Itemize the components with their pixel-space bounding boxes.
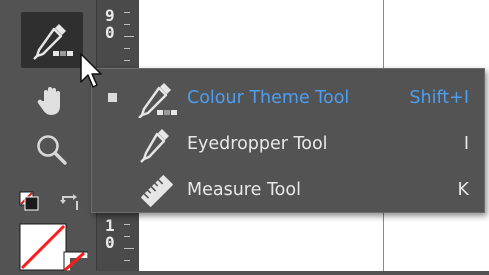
mouse-cursor-icon — [80, 53, 102, 88]
ruler-tick — [124, 248, 134, 249]
default-colors-button[interactable] — [18, 190, 40, 212]
ruler-label: 1 — [105, 216, 115, 235]
ruler-tick — [124, 260, 130, 261]
ruler-icon — [134, 171, 180, 211]
default-colors-icon — [19, 191, 39, 211]
ruler-tick — [124, 36, 134, 37]
zoom-tool-button[interactable] — [30, 127, 74, 173]
menu-item-label: Eyedropper Tool — [187, 134, 328, 154]
menu-item-measure-tool[interactable]: Measure Tool K — [92, 169, 484, 213]
selected-bullet — [108, 93, 117, 102]
fill-stroke-swatches[interactable] — [18, 222, 89, 272]
zoom-icon — [37, 135, 67, 165]
menu-item-shortcut: I — [463, 134, 469, 154]
menu-item-eyedropper-tool[interactable]: Eyedropper Tool I — [92, 123, 484, 167]
ruler-tick — [124, 60, 130, 61]
menu-item-colour-theme-tool[interactable]: Colour Theme Tool Shift+I — [92, 77, 484, 121]
fill-stroke-icon — [19, 223, 89, 272]
tools-panel — [0, 0, 92, 272]
colour-theme-tool-button[interactable] — [21, 12, 83, 68]
menu-item-shortcut: K — [457, 180, 469, 200]
swap-colors-button[interactable] — [58, 190, 82, 214]
menu-item-label: Measure Tool — [187, 180, 301, 200]
tool-flyout-menu: Colour Theme Tool Shift+I Eyedropper Too… — [91, 68, 485, 213]
eyedropper-icon — [134, 125, 180, 165]
hand-icon — [37, 87, 60, 115]
ruler-tick — [124, 236, 130, 237]
ruler-label: 0 — [105, 23, 115, 42]
ruler-tick — [124, 12, 130, 13]
menu-item-label: Colour Theme Tool — [187, 88, 350, 108]
ruler-label: 0 — [105, 233, 115, 252]
ruler-tick — [124, 224, 130, 225]
swap-colors-icon — [60, 194, 78, 210]
menu-item-shortcut: Shift+I — [409, 88, 469, 108]
ruler-tick — [124, 48, 130, 49]
ruler-label: 9 — [105, 6, 115, 25]
colour-theme-icon — [134, 79, 180, 119]
ruler-tick — [124, 24, 130, 25]
eyedropper-icon — [33, 24, 73, 60]
hand-tool-button[interactable] — [30, 82, 74, 122]
